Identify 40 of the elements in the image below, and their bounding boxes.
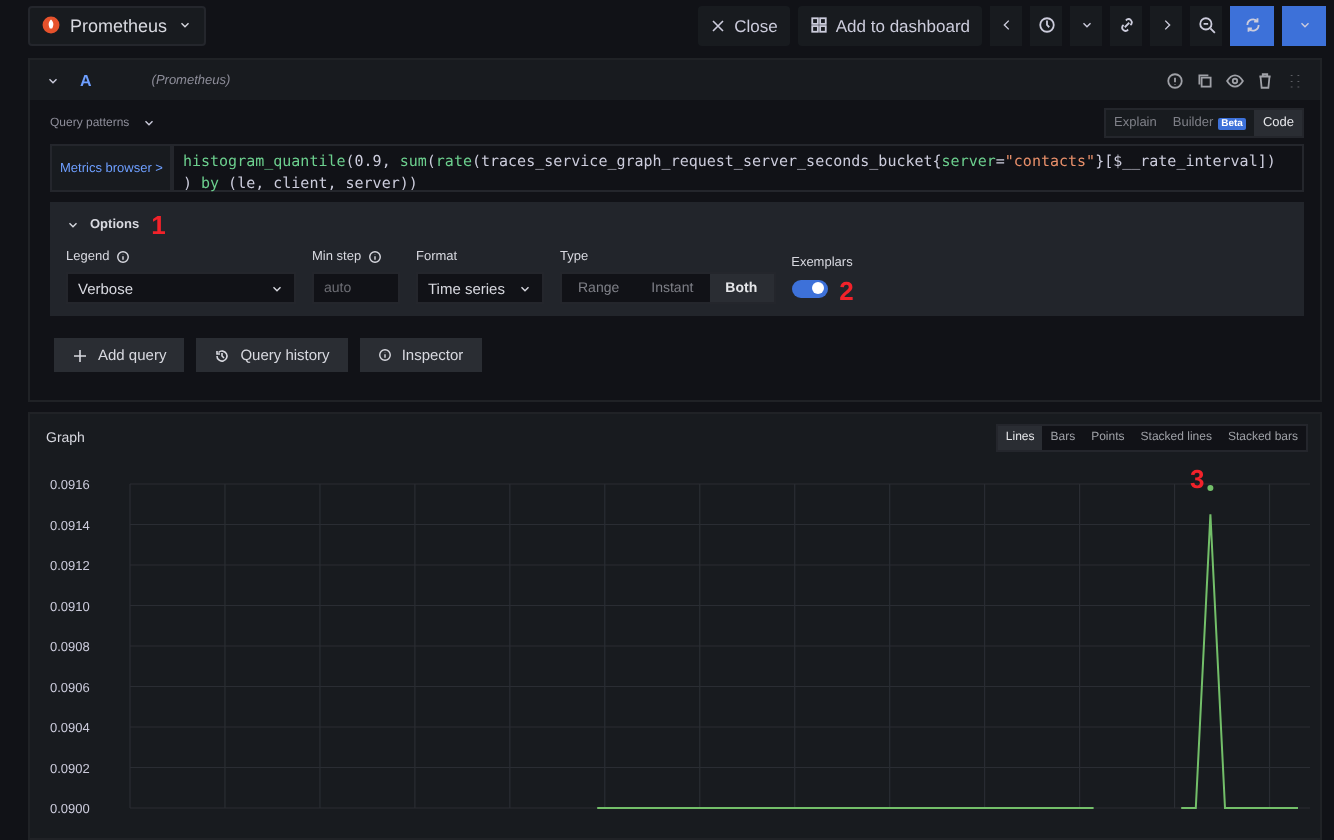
- chevron-down-icon: [177, 18, 192, 32]
- link-icon: [1117, 16, 1135, 34]
- exemplar-dot: [1207, 485, 1214, 491]
- chevron-left-icon: [999, 18, 1013, 32]
- annotation-number: 3: [1190, 464, 1205, 494]
- chevron-down-icon: [518, 281, 532, 295]
- chevron-down-icon: [66, 218, 80, 232]
- chevron-down-icon: [1079, 18, 1093, 32]
- help-icon: [1166, 71, 1184, 89]
- zoom-out-icon: [1197, 16, 1215, 34]
- history-icon: [214, 347, 231, 363]
- trash-icon: [1256, 71, 1274, 89]
- eye-icon: [1226, 71, 1244, 89]
- refresh-button[interactable]: [1230, 5, 1274, 45]
- refresh-dropdown-button[interactable]: [1282, 5, 1326, 45]
- refresh-icon: [1243, 16, 1261, 34]
- chevron-down-icon: [141, 116, 156, 130]
- zoom-out-button[interactable]: [1190, 5, 1222, 45]
- clock-icon: [1037, 16, 1055, 34]
- info-icon: [367, 250, 382, 264]
- chevron-down-icon: [46, 73, 60, 87]
- info-icon: [377, 348, 392, 362]
- time-picker-button[interactable]: [1030, 5, 1062, 45]
- toolbar-button[interactable]: Add to dashboard: [797, 5, 982, 45]
- annotation-number: 2: [839, 278, 854, 304]
- datasource-picker[interactable]: Prometheus: [28, 5, 206, 45]
- toolbar-button[interactable]: Close: [698, 5, 790, 45]
- chevron-right-icon: [1159, 18, 1173, 32]
- grid-icon: [809, 16, 828, 34]
- annotation-number: 1: [151, 212, 166, 238]
- chevron-down-icon: [1297, 18, 1311, 32]
- share-link-button[interactable]: [1110, 5, 1142, 45]
- query-ref-label: A: [80, 71, 92, 89]
- plus-icon: [72, 347, 88, 363]
- info-icon: [115, 250, 130, 264]
- close-icon: [710, 17, 727, 33]
- flame-logo-icon: [42, 16, 60, 34]
- copy-icon: [1196, 71, 1214, 89]
- chevron-down-icon: [270, 281, 284, 295]
- exemplars-switch[interactable]: [791, 279, 828, 297]
